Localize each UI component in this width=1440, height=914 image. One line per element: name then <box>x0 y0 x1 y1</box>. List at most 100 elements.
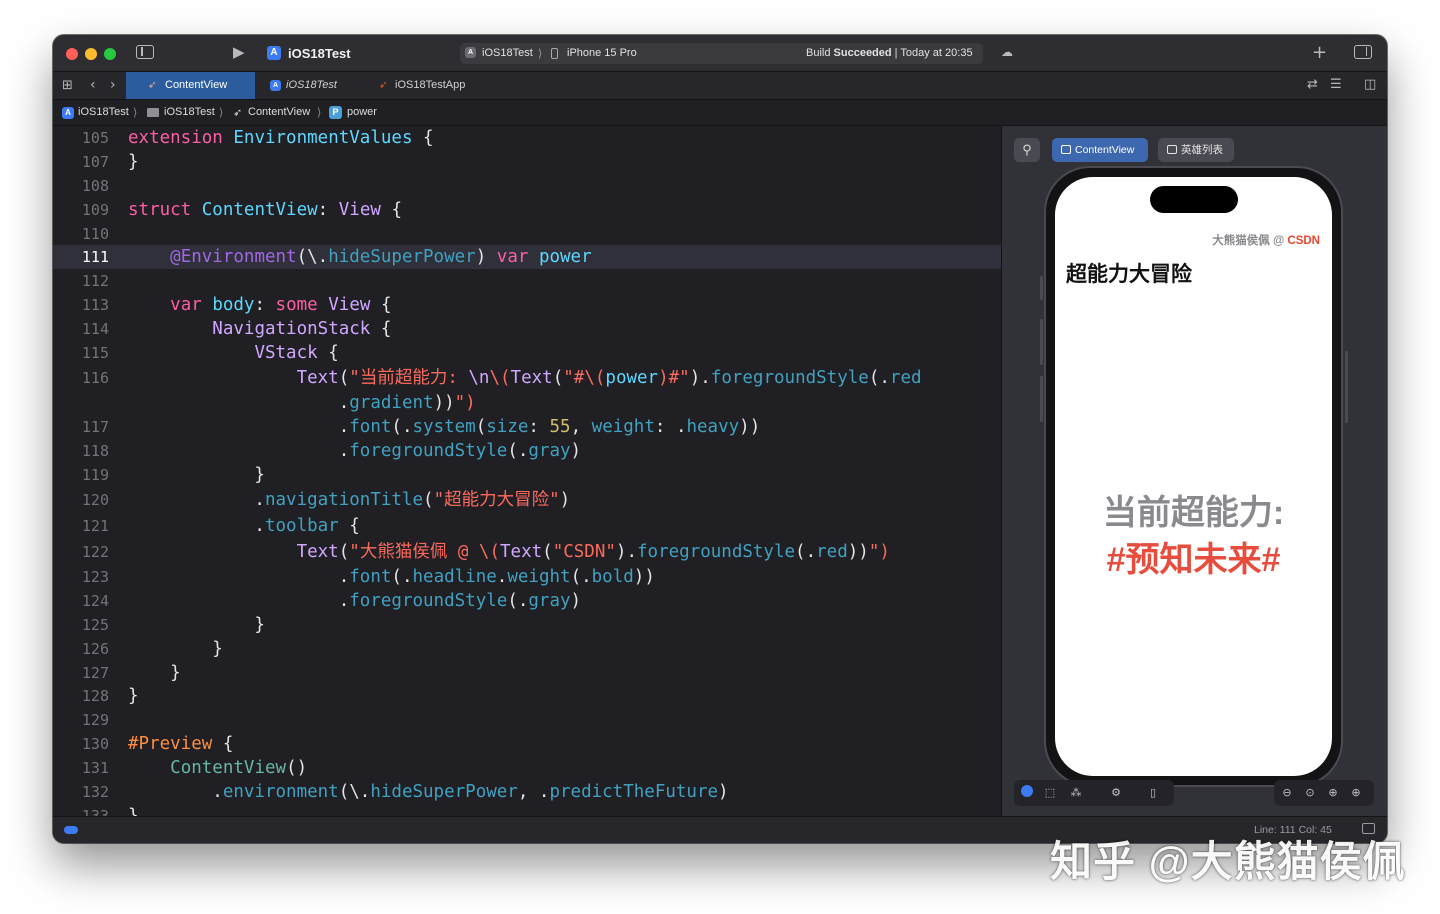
pin-icon[interactable]: ⚲ <box>1014 138 1040 162</box>
toolbar-author: 大熊猫侯佩 @ CSDN <box>1212 235 1320 247</box>
code-text: VStack { <box>254 343 339 363</box>
grid-icon[interactable]: ⊞ <box>62 78 73 93</box>
swap-icon[interactable]: ⇄ <box>1307 77 1318 92</box>
build-status: Build Succeeded | Today at 20:35 <box>806 47 973 59</box>
zoom-controls: ⊖ ⊙ ⊕ ⊕ <box>1274 780 1374 806</box>
variants-icon[interactable]: ⁂ <box>1068 785 1084 801</box>
code-line: 108 <box>53 174 1001 198</box>
code-text: } <box>128 686 139 706</box>
swift-icon: ➶ <box>148 80 157 91</box>
code-text: .font(.system(size: 55, weight: .heavy)) <box>128 417 761 437</box>
phone-side-button <box>1040 376 1043 422</box>
cloud-icon[interactable]: ☁ <box>1001 45 1013 59</box>
code-line: 112 <box>53 269 1001 293</box>
code-text: .gradient))") <box>128 393 476 413</box>
power-value: #预知未来# <box>1106 541 1281 579</box>
code-line: 128 } <box>53 684 1001 708</box>
device-name[interactable]: iPhone 15 Pro <box>567 47 637 59</box>
code-text: } <box>128 615 265 635</box>
code-line: 131 ContentView() <box>53 756 1001 780</box>
selectable-icon[interactable]: ⬚ <box>1042 785 1058 801</box>
zoom-fit-icon[interactable]: ⊙ <box>1302 785 1318 801</box>
line-number: 112 <box>81 272 109 290</box>
dynamic-island <box>1150 186 1238 213</box>
code-line: 125 } <box>53 613 1001 637</box>
breadcrumb-file[interactable]: ContentView <box>248 106 310 118</box>
line-number: 133 <box>81 807 109 816</box>
code-line: 130 #Preview { <box>53 732 1001 756</box>
editor-options-icon[interactable]: ☰ <box>1330 77 1342 92</box>
chevron-right-icon: ⟩ <box>538 48 543 60</box>
line-number: 107 <box>81 153 109 171</box>
code-line: 133 } <box>53 804 1001 816</box>
zoom-actual-icon[interactable]: ⊕ <box>1325 785 1341 801</box>
phone-side-button <box>1040 319 1043 365</box>
window-icon <box>1167 145 1177 154</box>
inspector-toggle-icon[interactable] <box>1354 45 1372 59</box>
line-number: 120 <box>81 491 109 509</box>
back-icon[interactable]: ‹ <box>90 77 96 93</box>
window-icon <box>1061 145 1071 154</box>
breadcrumb-project[interactable]: iOS18Test <box>78 106 129 118</box>
code-text: } <box>128 639 223 659</box>
device-settings-icon[interactable]: ⚙ <box>1108 785 1124 801</box>
run-icon[interactable]: ▶ <box>233 43 245 61</box>
code-text: .toolbar { <box>128 516 360 536</box>
line-number: 116 <box>81 369 109 387</box>
tab-ios18testapp[interactable]: ➶ iOS18TestApp <box>365 72 490 99</box>
code-text: .environment(\.hideSuperPower, .predictT… <box>128 782 729 802</box>
add-icon[interactable]: + <box>1312 42 1327 63</box>
chevron-right-icon: ⟩ <box>219 107 224 119</box>
debug-area-toggle-icon[interactable] <box>64 826 78 834</box>
minimize-window-button[interactable] <box>85 48 97 60</box>
code-text: Text("当前超能力: \n\(Text("#\(power)#").fore… <box>296 368 922 388</box>
code-line: 129 <box>53 708 1001 732</box>
preview-tab-contentview[interactable]: ContentView <box>1052 138 1148 162</box>
code-text: .foregroundStyle(.gray) <box>128 441 582 461</box>
zoom-window-button[interactable] <box>104 48 116 60</box>
split-editor-icon[interactable]: ◫ <box>1364 77 1376 92</box>
project-icon: A <box>62 107 74 119</box>
phone-screen[interactable]: 大熊猫侯佩 @ CSDN 超能力大冒险 当前超能力: #预知未来# <box>1055 177 1332 776</box>
code-text: } <box>128 152 139 172</box>
code-line: 117 .font(.system(size: 55, weight: .hea… <box>53 415 1001 439</box>
scheme-name[interactable]: iOS18Test <box>482 47 533 59</box>
code-line: 121 .toolbar { <box>53 514 1001 538</box>
line-number: 121 <box>81 517 109 535</box>
line-number: 108 <box>81 177 109 195</box>
code-editor[interactable]: 105 extension EnvironmentValues { 107 } … <box>53 126 1001 816</box>
phone-side-button <box>1040 276 1043 300</box>
preview-mode-controls: ⬚ ⁂ ⚙ ▯ <box>1014 780 1174 806</box>
breadcrumb-group[interactable]: iOS18Test <box>164 106 215 118</box>
line-number: 127 <box>81 664 109 682</box>
zoom-out-icon[interactable]: ⊖ <box>1279 785 1295 801</box>
line-number: 109 <box>81 201 109 219</box>
code-line-current: 111 @Environment(\.hideSuperPower) var p… <box>53 245 1001 269</box>
navigator-toggle-icon[interactable] <box>136 45 154 59</box>
forward-icon[interactable]: › <box>110 77 116 93</box>
breadcrumb-symbol[interactable]: power <box>347 106 377 118</box>
line-number: 119 <box>81 466 109 484</box>
device-icon[interactable]: ▯ <box>1145 785 1161 801</box>
code-text: NavigationStack { <box>212 319 392 339</box>
tab-ios18test[interactable]: A iOS18Test <box>258 72 365 99</box>
preview-tab-hero-list[interactable]: 英雄列表 <box>1158 138 1234 162</box>
code-line: 109 struct ContentView: View { <box>53 198 1001 222</box>
line-number: 111 <box>81 248 109 266</box>
close-window-button[interactable] <box>66 48 78 60</box>
line-number: 117 <box>81 418 109 436</box>
code-text: Text("大熊猫侯佩 @ \(Text("CSDN").foregroundS… <box>296 542 890 562</box>
live-preview-icon[interactable] <box>1019 785 1035 801</box>
chevron-right-icon: ⟩ <box>133 107 138 119</box>
project-icon: A <box>270 80 281 91</box>
code-line: 113 var body: some View { <box>53 293 1001 317</box>
zoom-in-icon[interactable]: ⊕ <box>1348 785 1364 801</box>
chevron-right-icon: ⟩ <box>317 107 322 119</box>
code-line: 126 } <box>53 637 1001 661</box>
code-line: 127 } <box>53 661 1001 685</box>
swift-icon: ➶ <box>233 107 243 119</box>
code-text: } <box>128 465 265 485</box>
editor-tab-bar: ⊞ ‹ › ➶ ContentView A iOS18Test ➶ iOS18T… <box>53 72 1387 100</box>
code-line: 110 <box>53 222 1001 246</box>
tab-contentview[interactable]: ➶ ContentView <box>126 72 255 99</box>
